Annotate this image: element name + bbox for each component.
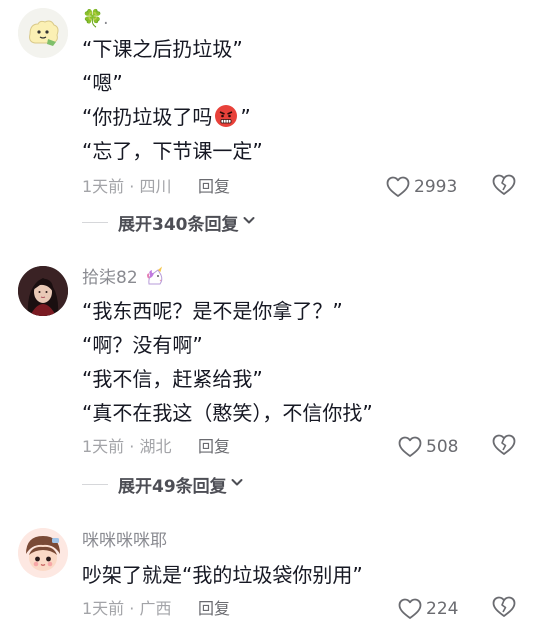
heart-outline-icon — [398, 598, 422, 620]
unicorn-emoji-icon — [145, 266, 167, 292]
expand-replies-label: 展开49条回复 — [118, 476, 227, 497]
like-button[interactable]: 2993 — [386, 174, 457, 200]
reply-button[interactable]: 回复 — [198, 176, 230, 198]
username[interactable]: 拾柒82 — [82, 266, 167, 292]
like-count: 508 — [426, 437, 459, 457]
chevron-down-icon — [242, 212, 256, 232]
comment-time-location: 1天前 · 湖北 — [82, 437, 172, 456]
like-button[interactable]: 508 — [398, 434, 458, 460]
expand-replies-button[interactable]: 展开340条回复 — [82, 210, 256, 235]
reply-button[interactable]: 回复 — [198, 436, 230, 458]
username[interactable]: 咪咪咪咪耶 — [82, 530, 167, 552]
heart-outline-icon — [398, 436, 422, 458]
comment-text-line: “真不在我这（憨笑），不信你找” — [82, 401, 373, 425]
comment-item: 拾柒82 “我东西呢？是不是你拿了？” “啊？没有啊” “我不信，赶紧给我” “… — [0, 262, 540, 502]
heart-outline-icon — [386, 176, 410, 198]
avatar[interactable] — [18, 266, 68, 316]
avatar[interactable] — [18, 528, 68, 578]
dislike-button[interactable] — [491, 594, 517, 620]
comment-text-line: “下课之后扔垃圾” — [82, 37, 243, 61]
divider-line — [82, 221, 108, 223]
broken-heart-icon — [491, 596, 517, 624]
comment-time-location: 1天前 · 四川 — [82, 177, 172, 196]
angry-face-emoji-icon — [214, 104, 238, 134]
comment-item: 🍀. “下课之后扔垃圾” “嗯” “你扔垃圾了吗 ” “忘了，下节课一定” 1天… — [0, 0, 540, 240]
reply-button[interactable]: 回复 — [198, 598, 230, 620]
comment-text-line: 吵架了就是“我的垃圾袋你别用” — [82, 563, 363, 587]
like-count: 224 — [426, 599, 459, 619]
chevron-down-icon — [230, 474, 244, 494]
comment-text-line: “忘了，下节课一定” — [82, 139, 263, 163]
expand-replies-button[interactable]: 展开49条回复 — [82, 472, 244, 497]
comment-text-line: “啊？没有啊” — [82, 333, 203, 357]
username-text: 拾柒82 — [82, 268, 138, 288]
dislike-button[interactable] — [491, 432, 517, 458]
comment-text-line: “我东西呢？是不是你拿了？” — [82, 299, 343, 323]
expand-replies-label: 展开340条回复 — [118, 214, 239, 235]
divider-line — [82, 483, 108, 485]
broken-heart-icon — [491, 434, 517, 462]
like-count: 2993 — [414, 177, 458, 197]
username[interactable]: 🍀. — [82, 8, 109, 30]
comment-text-line: “你扔垃圾了吗 ” — [82, 104, 251, 134]
comment-text-segment: ” — [240, 105, 251, 129]
comment-text-segment: “你扔垃圾了吗 — [82, 105, 213, 129]
dislike-button[interactable] — [491, 172, 517, 198]
comment-item: 咪咪咪咪耶 吵架了就是“我的垃圾袋你别用” 1天前 · 广西 回复 224 — [0, 526, 540, 622]
comment-text-line: “我不信，赶紧给我” — [82, 367, 263, 391]
comment-text-line: “嗯” — [82, 71, 123, 95]
comment-time-location: 1天前 · 广西 — [82, 599, 172, 618]
avatar[interactable] — [18, 8, 68, 58]
broken-heart-icon — [491, 174, 517, 202]
like-button[interactable]: 224 — [398, 596, 458, 622]
